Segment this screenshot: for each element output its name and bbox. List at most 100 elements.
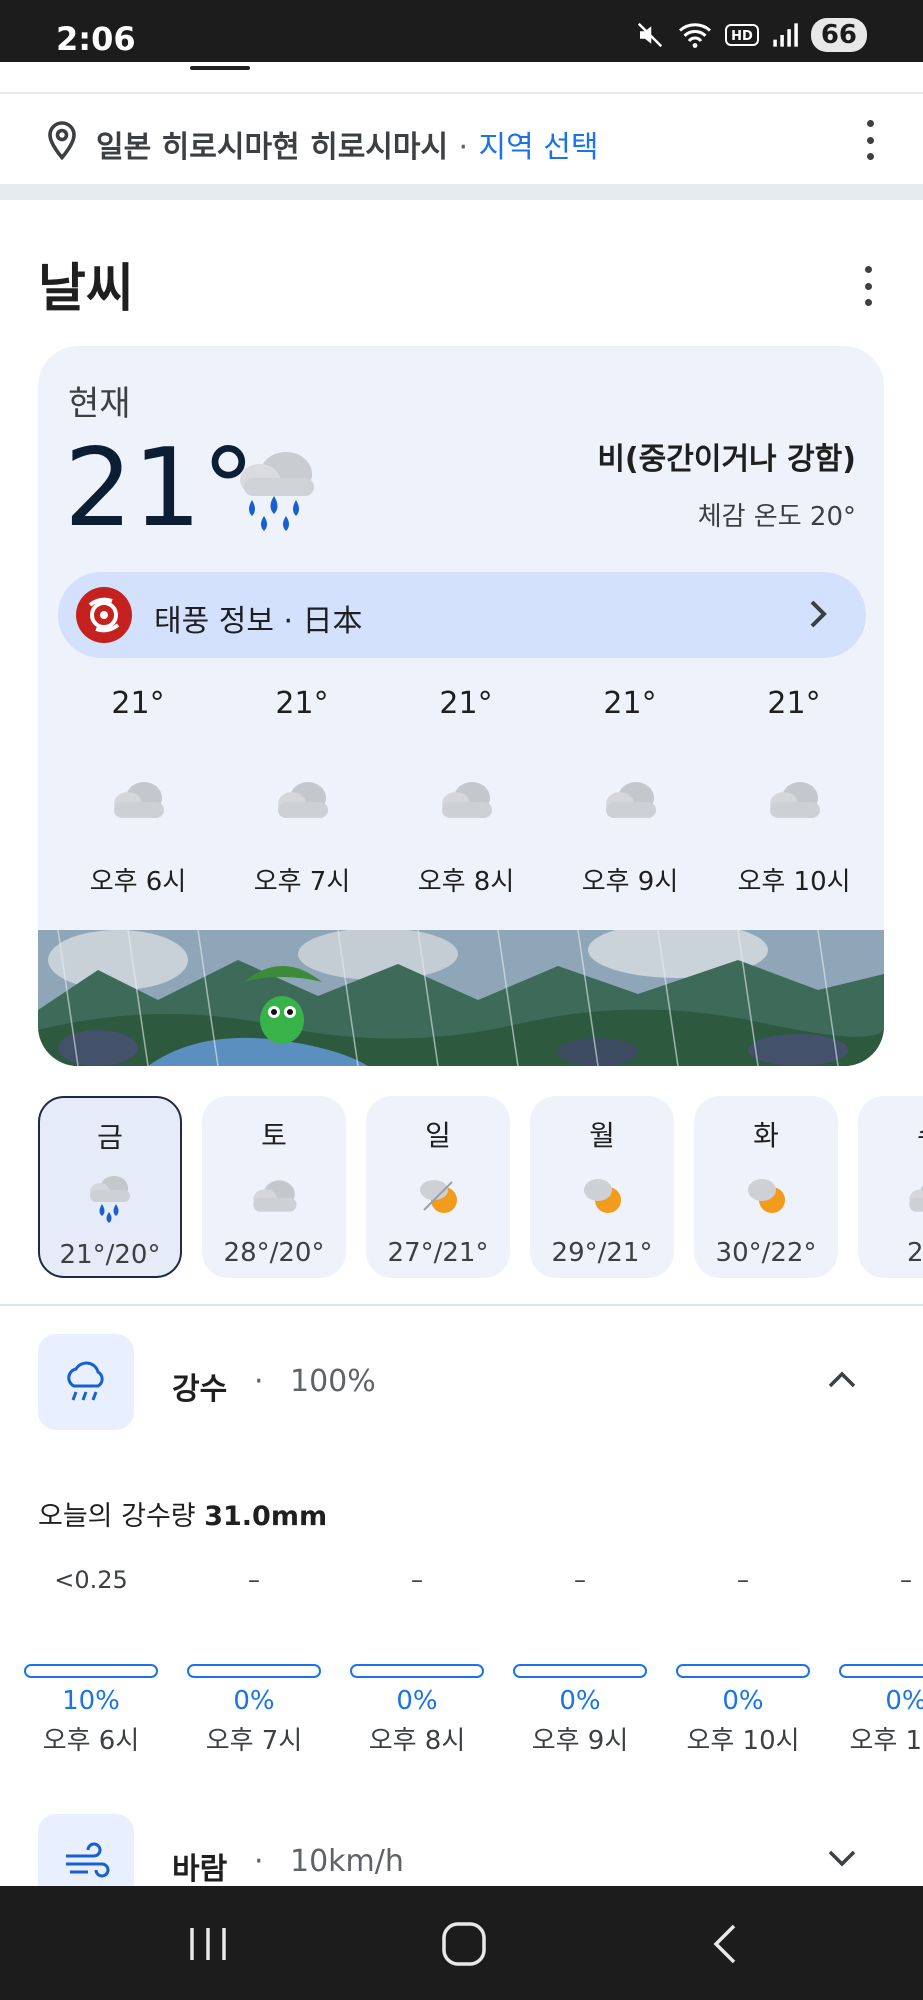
precip-bar (513, 1664, 647, 1678)
precip-amount: <0.25 (54, 1566, 128, 1594)
precip-amount: – (737, 1566, 749, 1594)
precip-amount: – (411, 1566, 423, 1594)
hourly-precipitation: <0.25 10% 오후 6시 – 0% 오후 7시 – 0% 오후 8시 – … (0, 1566, 923, 1766)
wind-value: 10km/h (290, 1844, 404, 1879)
precipitation-header[interactable]: 강수 · 100% (38, 1334, 884, 1430)
day-item[interactable]: 월 29°/21° (530, 1096, 674, 1278)
daily-precipitation-total: 오늘의 강수량 31.0mm (38, 1494, 327, 1533)
heavy-rain-icon (240, 452, 314, 531)
status-time: 2:06 (56, 20, 136, 58)
cloud-icon (909, 1185, 923, 1212)
chevron-up-icon[interactable] (826, 1368, 858, 1390)
day-name: 토 (261, 1119, 287, 1152)
chevron-right-icon (810, 600, 827, 628)
precip-hour: 오후 7시 (205, 1726, 303, 1756)
day-item[interactable]: 화 30°/22° (694, 1096, 838, 1278)
precip-percent: 0% (885, 1686, 923, 1716)
precip-item: – 0% 오후 10시 (674, 1566, 812, 1757)
current-temperature: 21° (64, 426, 256, 551)
day-name: 금 (97, 1121, 123, 1154)
partly-sunny-drizzle-icon (420, 1180, 457, 1213)
rainy-frog-illustration (38, 930, 884, 1066)
wind-title: 바람 (172, 1852, 228, 1886)
cloud-icon (253, 1180, 297, 1212)
feels-like: 체감 온도 20° (697, 502, 856, 532)
location-more-button[interactable] (860, 120, 880, 160)
cloud-icon (770, 782, 820, 818)
precipitation-value: 100% (290, 1364, 376, 1399)
precip-item: <0.25 10% 오후 6시 (22, 1566, 160, 1757)
wind-separator: · (254, 1844, 264, 1879)
wind-header[interactable]: 바람 · 10km/h (38, 1814, 884, 1886)
precip-item: – 0% 오후 11시 (837, 1566, 923, 1757)
weather-title: 날씨 (38, 259, 134, 319)
tab-indicator-bar (0, 62, 923, 94)
precip-bar (839, 1664, 923, 1678)
precip-percent: 0% (722, 1686, 764, 1716)
rain-cloud-icon (38, 1334, 134, 1430)
status-icons: HD 66 (635, 18, 867, 52)
hourly-time: 오후 8시 (417, 867, 515, 897)
hourly-time: 오후 7시 (253, 867, 351, 897)
wind-icon (38, 1814, 134, 1886)
wifi-icon (678, 23, 711, 48)
signal-icon (773, 23, 798, 47)
status-bar: 2:06 HD 66 (0, 0, 923, 62)
precip-bar (350, 1664, 484, 1678)
day-name: 월 (589, 1119, 615, 1152)
hourly-forecast: 21° 오후 6시 21° 오후 7시 21° 오후 8시 21° 오후 9시 … (38, 686, 884, 926)
typhoon-info-chip[interactable]: 태풍 정보 · 日本 (58, 572, 866, 658)
precip-hour: 오후 11시 (849, 1726, 923, 1756)
location-place: 일본 히로시마현 히로시마시 (96, 130, 449, 165)
precip-hour: 오후 6시 (42, 1726, 140, 1756)
hourly-temp: 21° (275, 686, 329, 721)
day-item[interactable]: 수 26° (858, 1096, 923, 1278)
precip-bar (676, 1664, 810, 1678)
partly-sunny-icon (584, 1179, 621, 1213)
hourly-temp: 21° (111, 686, 165, 721)
precip-item: – 0% 오후 8시 (348, 1566, 486, 1757)
cloud-icon (442, 782, 492, 818)
back-button[interactable] (706, 1916, 742, 1972)
precip-item: – 0% 오후 9시 (511, 1566, 649, 1757)
daily-forecast: 금 21°/20° 토 28°/20° 일 27°/21° 월 29°/21° … (0, 1096, 923, 1280)
section-divider (0, 1304, 923, 1306)
precip-percent: 0% (559, 1686, 601, 1716)
day-item[interactable]: 금 21°/20° (38, 1096, 182, 1278)
hourly-time: 오후 9시 (581, 867, 679, 897)
hourly-temp: 21° (767, 686, 821, 721)
location-pin-icon (48, 121, 76, 161)
weather-more-button[interactable] (858, 266, 878, 306)
current-weather-card: 현재 21° 비(중간이거나 강함) 체감 온도 20° 태풍 정보 · 日本 … (38, 346, 884, 1066)
weather-condition: 비(중간이거나 강함) (597, 442, 856, 477)
select-region-link[interactable]: 지역 선택 (479, 130, 599, 165)
partly-sunny-icon (748, 1179, 785, 1213)
hourly-time: 오후 10시 (737, 867, 851, 897)
battery-indicator: 66 (810, 18, 867, 52)
hourly-temp: 21° (603, 686, 657, 721)
day-item[interactable]: 일 27°/21° (366, 1096, 510, 1278)
total-label: 오늘의 강수량 (38, 1501, 196, 1532)
rain-icon (90, 1176, 130, 1223)
precip-item: – 0% 오후 7시 (185, 1566, 323, 1757)
hourly-item: 21° 오후 8시 (384, 686, 548, 898)
precip-amount: – (900, 1566, 912, 1594)
precip-hour: 오후 8시 (368, 1726, 466, 1756)
location-row: 일본 히로시마현 히로시마시 · 지역 선택 (0, 96, 923, 184)
hourly-item: 21° 오후 10시 (712, 686, 876, 898)
day-temps: 28°/20° (223, 1238, 325, 1268)
day-temps: 30°/22° (715, 1238, 817, 1268)
day-item[interactable]: 토 28°/20° (202, 1096, 346, 1278)
recent-apps-button[interactable] (186, 1916, 230, 1972)
now-label: 현재 (68, 384, 131, 424)
location-text: 일본 히로시마현 히로시마시 · 지역 선택 (96, 122, 598, 166)
chevron-down-icon[interactable] (826, 1848, 858, 1870)
precip-percent: 10% (62, 1686, 120, 1716)
day-name: 수 (858, 1114, 923, 1154)
precip-percent: 0% (233, 1686, 275, 1716)
home-button[interactable] (440, 1916, 488, 1972)
system-navigation-bar (0, 1886, 923, 2000)
precipitation-title: 강수 (172, 1372, 228, 1407)
cloud-icon (114, 782, 164, 818)
total-value: 31.0mm (204, 1501, 328, 1532)
